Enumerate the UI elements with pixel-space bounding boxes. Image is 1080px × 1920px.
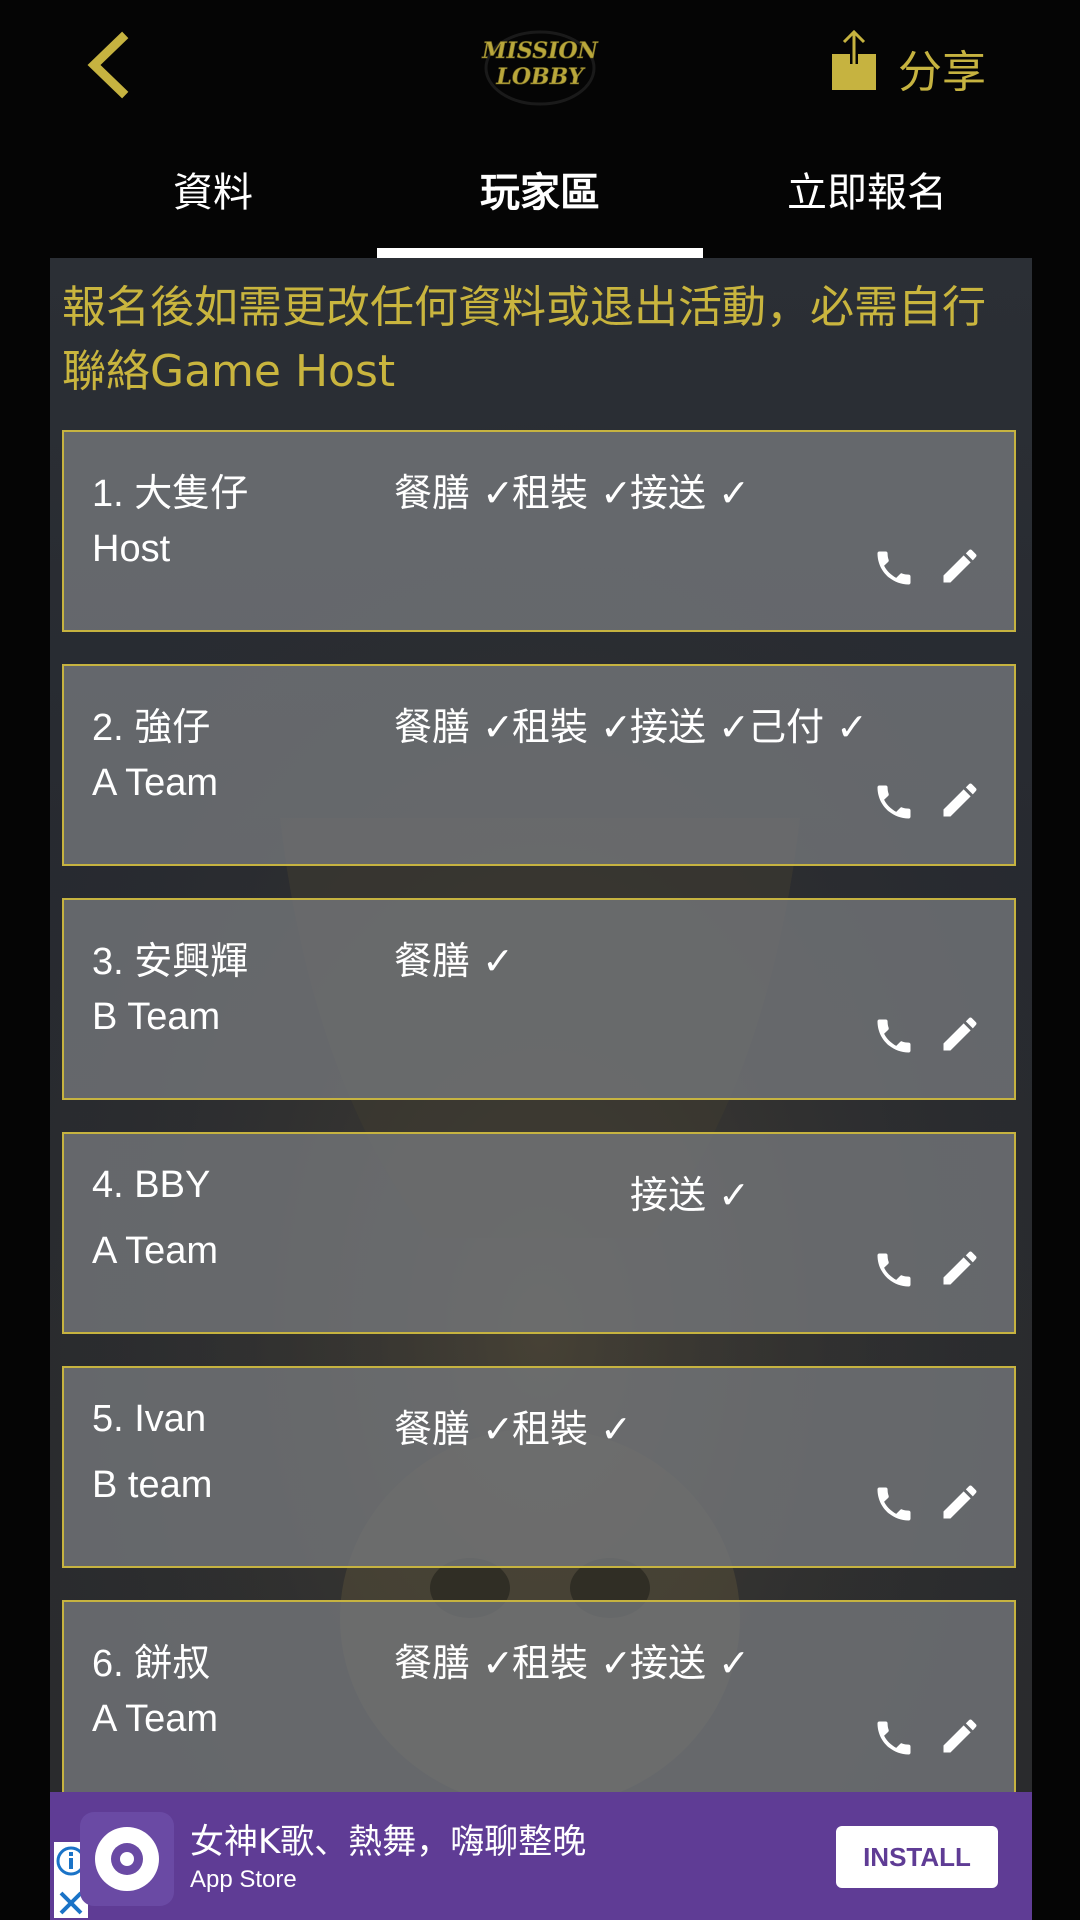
tab-info[interactable]: 資料 — [50, 150, 376, 258]
option-rental: 租裝 ✓ — [512, 471, 632, 515]
option-rental: 租裝 ✓ — [512, 1407, 632, 1451]
player-team: B Team — [92, 996, 221, 1038]
edit-pencil-icon[interactable] — [938, 1712, 982, 1760]
active-tab-indicator — [377, 248, 703, 258]
back-button[interactable] — [80, 30, 140, 100]
app-root: MISSION LOBBY 分享 資料 玩家區 立即報名 報名後如需更改任何資料… — [0, 0, 1080, 1920]
player-team: A Team — [92, 1230, 219, 1272]
tab-players[interactable]: 玩家區 — [377, 150, 703, 258]
option-transport: 接送 ✓ — [630, 705, 750, 749]
player-card: 3. 安興輝 B Team 餐膳 ✓ — [62, 898, 1016, 1100]
player-name: 3. 安興輝 — [92, 941, 249, 983]
player-team: B team — [92, 1464, 213, 1506]
player-team: Host — [92, 528, 171, 570]
option-rental: 租裝 ✓ — [512, 705, 632, 749]
chevron-left-icon — [87, 31, 129, 99]
option-transport: 接送 ✓ — [630, 1641, 750, 1685]
phone-icon[interactable] — [872, 1248, 916, 1292]
edit-pencil-icon[interactable] — [938, 1478, 982, 1526]
player-name: 5. Ivan — [92, 1398, 207, 1440]
option-transport: 接送 ✓ — [630, 1173, 750, 1217]
option-rental: 租裝 ✓ — [512, 1641, 632, 1685]
phone-icon[interactable] — [872, 1716, 916, 1760]
option-paid: 己付 ✓ — [748, 705, 868, 749]
player-card: 2. 強仔 A Team 餐膳 ✓ 租裝 ✓ 接送 ✓ 己付 ✓ — [62, 664, 1016, 866]
logo-line-1: MISSION — [481, 38, 598, 64]
header-bar: MISSION LOBBY 分享 — [0, 0, 1080, 130]
option-transport: 接送 ✓ — [630, 471, 750, 515]
player-name: 1. 大隻仔 — [92, 473, 249, 515]
share-upload-icon — [826, 28, 882, 92]
phone-icon[interactable] — [872, 1014, 916, 1058]
player-card: 4. BBY A Team 接送 ✓ — [62, 1132, 1016, 1334]
option-meal: 餐膳 ✓ — [394, 705, 514, 749]
phone-icon[interactable] — [872, 780, 916, 824]
player-name: 2. 強仔 — [92, 707, 211, 749]
option-meal: 餐膳 ✓ — [394, 1407, 514, 1451]
phone-icon[interactable] — [872, 546, 916, 590]
ad-title: 女神K歌、熱舞，嗨聊整晚 — [190, 1822, 587, 1862]
player-card: 1. 大隻仔 Host 餐膳 ✓ 租裝 ✓ 接送 ✓ — [62, 430, 1016, 632]
mission-lobby-logo: MISSION LOBBY — [470, 28, 610, 108]
player-name: 4. BBY — [92, 1164, 211, 1206]
install-button[interactable]: INSTALL — [836, 1826, 998, 1888]
option-meal: 餐膳 ✓ — [394, 471, 514, 515]
notice-text: 報名後如需更改任何資料或退出活動，必需自行聯絡Game Host — [62, 282, 986, 397]
edit-pencil-icon[interactable] — [938, 542, 982, 590]
option-meal: 餐膳 ✓ — [394, 1641, 514, 1685]
edit-pencil-icon[interactable] — [938, 1244, 982, 1292]
share-label: 分享 — [898, 47, 986, 98]
ad-banner[interactable]: 女神K歌、熱舞，嗨聊整晚 App Store INSTALL — [50, 1792, 1032, 1920]
tab-register[interactable]: 立即報名 — [704, 150, 1030, 258]
edit-pencil-icon[interactable] — [938, 776, 982, 824]
player-card: 6. 餅叔 A Team 餐膳 ✓ 租裝 ✓ 接送 ✓ — [62, 1600, 1016, 1792]
logo-line-2: LOBBY — [495, 64, 585, 90]
app-logo-icon — [80, 1812, 174, 1906]
phone-icon[interactable] — [872, 1482, 916, 1526]
player-card: 5. Ivan B team 餐膳 ✓ 租裝 ✓ — [62, 1366, 1016, 1568]
tab-bar: 資料 玩家區 立即報名 — [50, 150, 1030, 258]
player-team: A Team — [92, 1698, 219, 1740]
edit-pencil-icon[interactable] — [938, 1010, 982, 1058]
player-team: A Team — [92, 762, 219, 804]
player-name: 6. 餅叔 — [92, 1643, 211, 1685]
ad-subtitle: App Store — [190, 1866, 297, 1893]
share-button[interactable]: 分享 — [826, 28, 1006, 100]
option-meal: 餐膳 ✓ — [394, 939, 514, 983]
player-list-panel: 報名後如需更改任何資料或退出活動，必需自行聯絡Game Host 1. 大隻仔 … — [50, 258, 1032, 1792]
